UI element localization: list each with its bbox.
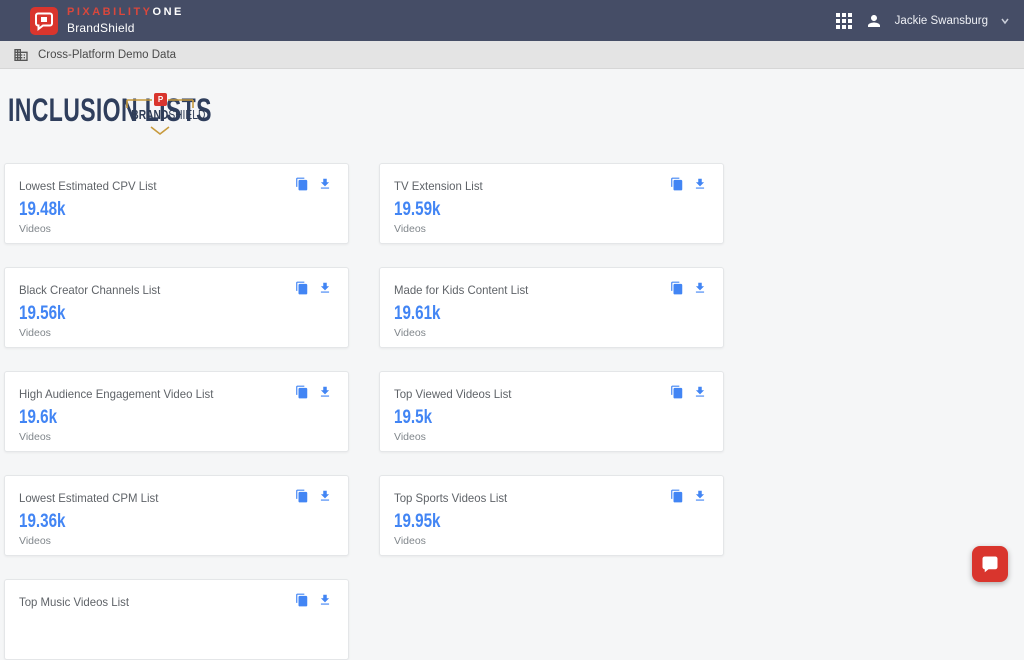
brandshield-monogram: P — [154, 93, 167, 106]
breadcrumb[interactable]: Cross-Platform Demo Data — [38, 49, 176, 61]
user-menu[interactable]: Jackie Swansburg — [895, 15, 988, 27]
list-card-title: Black Creator Channels List — [19, 283, 160, 297]
list-card: Top Sports Videos List 19.95k Videos — [379, 475, 724, 556]
list-card: Top Viewed Videos List 19.5k Videos — [379, 371, 724, 452]
list-card: TV Extension List 19.59k Videos — [379, 163, 724, 244]
copy-icon[interactable] — [670, 281, 684, 295]
copy-icon[interactable] — [295, 385, 309, 399]
list-card: Black Creator Channels List 19.56k Video… — [4, 267, 349, 348]
copy-icon[interactable] — [670, 177, 684, 191]
list-card-title: Top Sports Videos List — [394, 491, 507, 505]
list-card-title: TV Extension List — [394, 179, 483, 193]
list-card-title: Lowest Estimated CPV List — [19, 179, 156, 193]
chat-bubble-icon — [981, 555, 999, 573]
person-icon — [865, 12, 883, 30]
download-icon[interactable] — [318, 385, 332, 399]
list-card-title: High Audience Engagement Video List — [19, 387, 213, 401]
list-card: Made for Kids Content List 19.61k Videos — [379, 267, 724, 348]
copy-icon[interactable] — [295, 177, 309, 191]
list-card-title: Top Viewed Videos List — [394, 387, 511, 401]
list-card-unit: Videos — [19, 431, 51, 443]
download-icon[interactable] — [318, 281, 332, 295]
list-card: Lowest Estimated CPV List 19.48k Videos — [4, 163, 349, 244]
apps-grid-icon[interactable] — [835, 12, 853, 30]
list-card-title: Top Music Videos List — [19, 595, 129, 609]
list-card-unit: Videos — [394, 223, 426, 235]
list-card-value: 19.36k — [19, 511, 66, 533]
brand-product: PIXABILITY — [67, 6, 153, 18]
list-card-value: 19.56k — [19, 303, 66, 325]
list-card-value: 19.5k — [394, 407, 432, 429]
chevron-down-icon[interactable] — [1000, 16, 1010, 26]
brandshield-logo-light: SHIELD — [168, 108, 205, 122]
list-card-unit: Videos — [394, 431, 426, 443]
brandshield-logo: P BRANDSHIELD — [125, 92, 195, 136]
download-icon[interactable] — [318, 177, 332, 191]
copy-icon[interactable] — [670, 385, 684, 399]
list-card-title: Lowest Estimated CPM List — [19, 491, 158, 505]
list-card: Top Music Videos List — [4, 579, 349, 660]
brand-suite: ONE — [153, 6, 184, 18]
download-icon[interactable] — [693, 489, 707, 503]
download-icon[interactable] — [693, 281, 707, 295]
list-card: Lowest Estimated CPM List 19.36k Videos — [4, 475, 349, 556]
list-card-unit: Videos — [19, 223, 51, 235]
list-card-value: 19.48k — [19, 199, 66, 221]
download-icon[interactable] — [318, 593, 332, 607]
building-icon — [13, 47, 29, 63]
brand-app-name: BrandShield — [67, 22, 184, 34]
list-card-value: 19.95k — [394, 511, 441, 533]
list-card-value: 19.59k — [394, 199, 441, 221]
pixability-bubble-icon[interactable] — [30, 7, 58, 35]
page-title-block: INCLUSION LISTS P BRANDSHIELD — [8, 92, 291, 129]
list-card-unit: Videos — [394, 535, 426, 547]
brand-wordmark: PIXABILITYONE BrandShield — [67, 7, 184, 34]
app-header: PIXABILITYONE BrandShield Jackie Swansbu… — [0, 0, 1024, 41]
download-icon[interactable] — [318, 489, 332, 503]
list-card-unit: Videos — [19, 535, 51, 547]
copy-icon[interactable] — [670, 489, 684, 503]
download-icon[interactable] — [693, 177, 707, 191]
inclusion-lists-grid: Lowest Estimated CPV List 19.48k Videos … — [4, 163, 724, 660]
list-card-unit: Videos — [19, 327, 51, 339]
list-card-value: 19.6k — [19, 407, 57, 429]
list-card-title: Made for Kids Content List — [394, 283, 528, 297]
copy-icon[interactable] — [295, 593, 309, 607]
list-card-unit: Videos — [394, 327, 426, 339]
download-icon[interactable] — [693, 385, 707, 399]
copy-icon[interactable] — [295, 489, 309, 503]
chat-launcher-button[interactable] — [972, 546, 1008, 582]
copy-icon[interactable] — [295, 281, 309, 295]
brandshield-logo-bold: BRAND — [131, 108, 168, 122]
list-card: High Audience Engagement Video List 19.6… — [4, 371, 349, 452]
breadcrumb-bar: Cross-Platform Demo Data — [0, 41, 1024, 69]
list-card-value: 19.61k — [394, 303, 441, 325]
